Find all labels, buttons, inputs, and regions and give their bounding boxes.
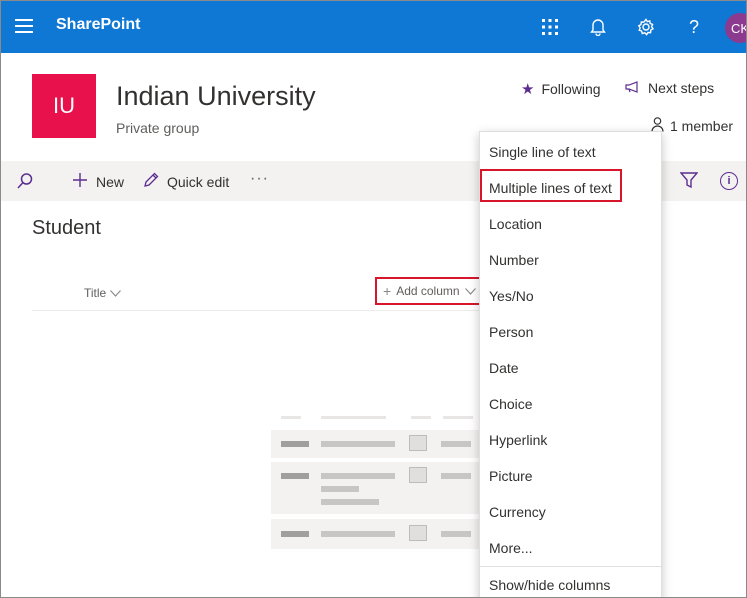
new-button[interactable]: New — [72, 172, 124, 191]
following-label: Following — [541, 81, 601, 97]
quick-edit-label: Quick edit — [167, 173, 230, 190]
app-brand[interactable]: SharePoint — [56, 16, 140, 34]
members-button[interactable]: 1 member — [651, 117, 733, 135]
info-icon[interactable]: i — [720, 172, 738, 190]
star-icon: ★ — [521, 81, 535, 98]
grid-apps-icon[interactable] — [536, 13, 564, 41]
site-title[interactable]: Indian University — [116, 81, 316, 112]
plus-icon — [72, 172, 88, 191]
filter-icon[interactable] — [679, 172, 699, 194]
waffle-icon[interactable] — [15, 19, 33, 33]
menu-item-more[interactable]: More... — [489, 540, 533, 556]
menu-item-person[interactable]: Person — [489, 324, 533, 340]
add-column-label: Add column — [396, 284, 460, 298]
add-column-button[interactable]: + Add column — [375, 277, 481, 305]
site-logo[interactable]: IU — [32, 74, 96, 138]
menu-item-date[interactable]: Date — [489, 360, 519, 376]
menu-item-single-line[interactable]: Single line of text — [489, 144, 596, 160]
next-steps-label: Next steps — [648, 80, 715, 96]
members-label: 1 member — [670, 118, 734, 134]
pencil-icon — [143, 172, 159, 191]
column-title-label: Title — [84, 286, 107, 300]
menu-item-location[interactable]: Location — [489, 216, 542, 232]
search-icon[interactable] — [16, 172, 34, 190]
menu-item-multiple-lines[interactable]: Multiple lines of text — [489, 180, 612, 196]
menu-item-number[interactable]: Number — [489, 252, 539, 268]
column-header-title[interactable]: Title — [84, 286, 122, 300]
menu-item-hyperlink[interactable]: Hyperlink — [489, 432, 547, 448]
menu-item-show-hide-columns[interactable]: Show/hide columns — [489, 577, 610, 593]
list-title: Student — [32, 217, 101, 239]
more-options-button[interactable]: ··· — [250, 170, 269, 188]
chevron-down-icon — [110, 286, 122, 300]
bell-icon[interactable] — [584, 13, 612, 41]
user-avatar[interactable]: CK — [725, 13, 746, 43]
following-button[interactable]: ★ Following — [521, 80, 601, 98]
chevron-down-icon — [464, 284, 476, 298]
new-label: New — [96, 173, 125, 190]
header-divider — [32, 310, 482, 311]
menu-divider — [480, 566, 663, 567]
menu-item-choice[interactable]: Choice — [489, 396, 533, 412]
menu-item-yes-no[interactable]: Yes/No — [489, 288, 534, 304]
megaphone-icon — [625, 80, 641, 96]
app-frame: SharePoint ? CK IU Indian University Pri… — [0, 0, 747, 598]
plus-icon: + — [383, 283, 392, 299]
help-icon[interactable]: ? — [680, 13, 708, 41]
menu-item-currency[interactable]: Currency — [489, 504, 546, 520]
site-subtitle: Private group — [116, 120, 200, 136]
quick-edit-button[interactable]: Quick edit — [143, 172, 229, 191]
next-steps-button[interactable]: Next steps — [625, 80, 714, 96]
menu-item-picture[interactable]: Picture — [489, 468, 533, 484]
suite-bar: SharePoint ? CK — [1, 1, 746, 53]
add-column-menu: Single line of text Multiple lines of te… — [479, 131, 663, 597]
gear-icon[interactable] — [632, 13, 660, 41]
